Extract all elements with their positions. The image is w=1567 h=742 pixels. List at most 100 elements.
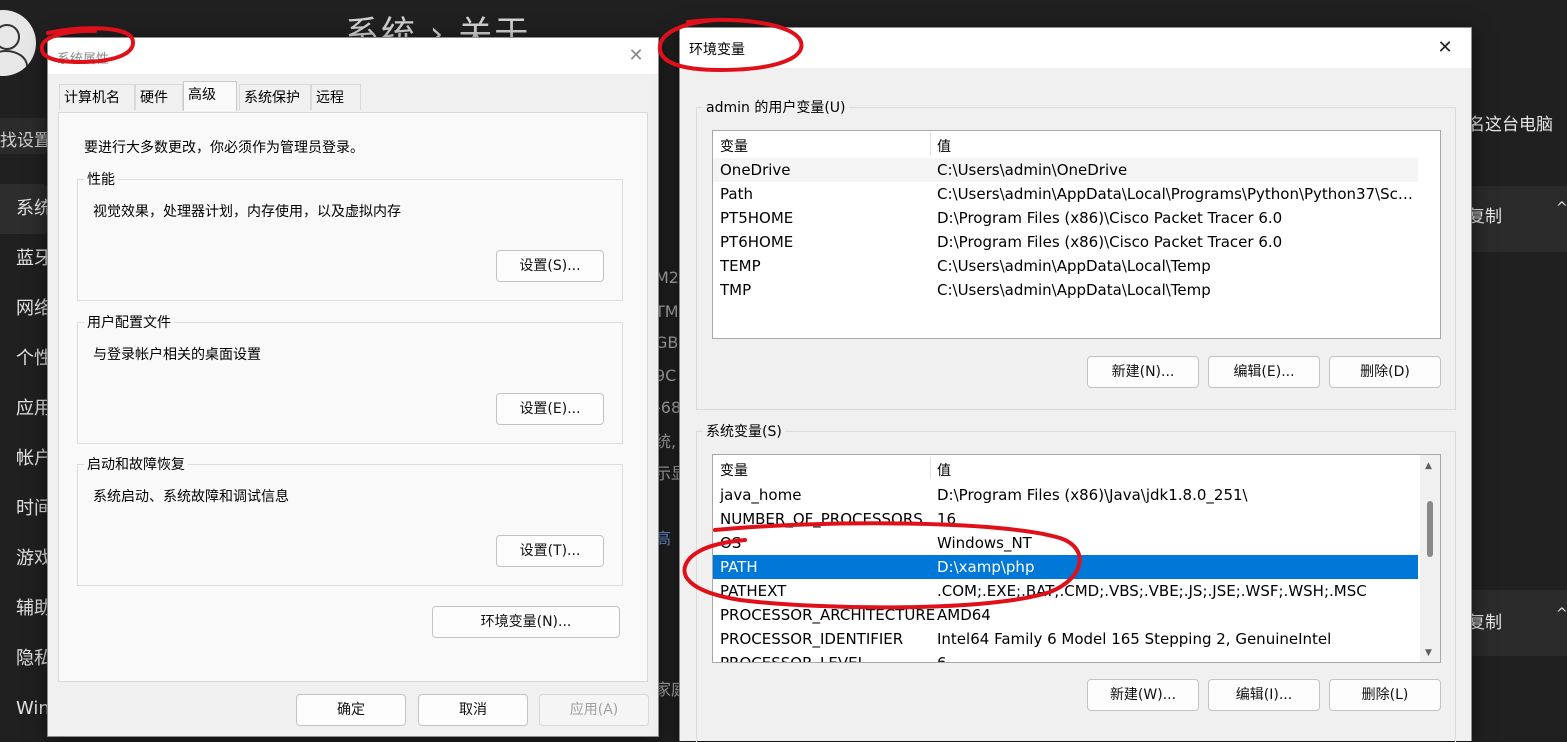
apply-button[interactable]: 应用(A) — [539, 694, 649, 726]
var-name: OS — [720, 534, 742, 552]
advanced-tab-panel: 要进行大多数更改，你必须作为管理员登录。 性能 视觉效果，处理器计划，内存使用，… — [58, 112, 648, 682]
var-value: C:\Users\admin\AppData\Local\Programs\Py… — [937, 185, 1414, 203]
table-row[interactable]: NUMBER_OF_PROCESSORS 16 — [713, 507, 1418, 531]
admin-notice: 要进行大多数更改，你必须作为管理员登录。 — [84, 140, 364, 156]
search-input[interactable]: 找设置 — [0, 118, 50, 154]
var-name: OneDrive — [720, 161, 791, 179]
var-value: D:\Program Files (x86)\Cisco Packet Trac… — [937, 233, 1283, 251]
titlebar: 环境变量 ✕ — [680, 28, 1471, 68]
user-profiles-group: 用户配置文件 与登录帐户相关的桌面设置 设置(E)... — [77, 312, 623, 444]
scrollbar-thumb[interactable] — [1427, 501, 1433, 557]
user-edit-button[interactable]: 编辑(E)... — [1208, 356, 1320, 388]
table-row[interactable]: PROCESSOR_LEVEL 6 — [713, 651, 1418, 663]
performance-group: 性能 视觉效果，处理器计划，内存使用，以及虚拟内存 设置(S)... — [77, 169, 623, 301]
var-value: D:\Program Files (x86)\Java\jdk1.8.0_251… — [937, 486, 1248, 504]
nav-item-accounts[interactable]: 帐户 — [0, 434, 48, 484]
vertical-scrollbar[interactable]: ▲ ▼ — [1420, 455, 1440, 662]
group-label: 系统变量(S) — [703, 421, 785, 441]
var-value: D:\Program Files (x86)\Cisco Packet Trac… — [937, 209, 1283, 227]
nav-item-accessibility[interactable]: 辅助 — [0, 584, 48, 634]
table-row[interactable]: PT6HOME D:\Program Files (x86)\Cisco Pac… — [713, 230, 1418, 254]
tab-strip: 计算机名 硬件 高级 系统保护 远程 — [56, 81, 648, 112]
scroll-down-arrow-icon[interactable]: ▼ — [1425, 648, 1432, 658]
var-name: TEMP — [720, 257, 761, 275]
table-row[interactable]: OS Windows_NT — [713, 531, 1418, 555]
table-row-selected[interactable]: PATH D:\xamp\php — [713, 555, 1418, 579]
table-row[interactable]: TMP C:\Users\admin\AppData\Local\Temp — [713, 278, 1418, 302]
user-profiles-settings-button[interactable]: 设置(E)... — [496, 393, 604, 425]
environment-variables-dialog: 环境变量 ✕ admin 的用户变量(U) 变量 值 OneDrive C:\U… — [679, 27, 1472, 742]
nav-item-privacy[interactable]: 隐私 — [0, 634, 48, 684]
system-edit-button[interactable]: 编辑(I)... — [1208, 679, 1320, 711]
chevron-up-icon[interactable]: ^ — [1556, 200, 1567, 216]
performance-settings-button[interactable]: 设置(S)... — [496, 250, 604, 282]
tab-hardware[interactable]: 硬件 — [135, 84, 183, 110]
column-header-name[interactable]: 变量 — [720, 460, 748, 480]
table-row[interactable]: PATHEXT .COM;.EXE;.BAT;.CMD;.VBS;.VBE;.J… — [713, 579, 1418, 603]
system-new-button[interactable]: 新建(W)... — [1087, 679, 1199, 711]
group-description: 与登录帐户相关的桌面设置 — [93, 347, 261, 363]
rename-pc-button[interactable]: 名这台电脑 — [1460, 100, 1567, 146]
var-name: java_home — [720, 486, 802, 504]
nav-item-apps[interactable]: 应用 — [0, 384, 48, 434]
table-row[interactable]: Path C:\Users\admin\AppData\Local\Progra… — [713, 182, 1418, 206]
nav-item-personalization[interactable]: 个性 — [0, 334, 48, 384]
var-value: Windows_NT — [937, 534, 1032, 552]
nav-item-windows-update[interactable]: Win — [0, 684, 48, 734]
scroll-up-arrow-icon[interactable]: ▲ — [1425, 461, 1432, 471]
table-row[interactable]: java_home D:\Program Files (x86)\Java\jd… — [713, 483, 1418, 507]
column-header-value[interactable]: 值 — [937, 460, 951, 480]
avatar[interactable] — [0, 10, 36, 76]
var-value: 6 — [937, 654, 947, 663]
dialog-title: 系统属性 — [57, 52, 110, 67]
ok-button[interactable]: 确定 — [296, 694, 406, 726]
close-icon[interactable]: ✕ — [1429, 34, 1461, 62]
user-delete-button[interactable]: 删除(D) — [1329, 356, 1441, 388]
table-row[interactable]: TEMP C:\Users\admin\AppData\Local\Temp — [713, 254, 1418, 278]
user-variables-list[interactable]: 变量 值 OneDrive C:\Users\admin\OneDrive Pa… — [712, 130, 1441, 339]
startup-recovery-settings-button[interactable]: 设置(T)... — [496, 535, 604, 567]
table-row[interactable]: OneDrive C:\Users\admin\OneDrive — [713, 158, 1418, 182]
environment-variables-button[interactable]: 环境变量(N)... — [432, 606, 620, 638]
column-header-name[interactable]: 变量 — [720, 136, 748, 156]
nav-item-gaming[interactable]: 游戏 — [0, 534, 48, 584]
list-header: 变量 值 — [713, 455, 1418, 481]
var-name: PT5HOME — [720, 209, 794, 227]
nav-item-bluetooth[interactable]: 蓝牙 — [0, 234, 48, 284]
var-value: Intel64 Family 6 Model 165 Stepping 2, G… — [937, 630, 1332, 648]
device-spec-card: 复制 ^ — [1460, 186, 1567, 252]
column-header-value[interactable]: 值 — [937, 136, 951, 156]
copy-button[interactable]: 复制 — [1468, 202, 1502, 227]
tab-system-protection[interactable]: 系统保护 — [239, 84, 311, 110]
var-value: C:\Users\admin\AppData\Local\Temp — [937, 257, 1211, 275]
group-label: 性能 — [84, 169, 118, 189]
nav-item-network[interactable]: 网络 — [0, 284, 48, 334]
var-value: D:\xamp\php — [937, 558, 1035, 576]
var-name: PT6HOME — [720, 233, 794, 251]
table-row[interactable]: PROCESSOR_ARCHITECTURE AMD64 — [713, 603, 1418, 627]
group-label: admin 的用户变量(U) — [703, 97, 849, 117]
chevron-up-icon-2[interactable]: ^ — [1556, 606, 1567, 622]
table-row[interactable]: PT5HOME D:\Program Files (x86)\Cisco Pac… — [713, 206, 1418, 230]
tab-advanced[interactable]: 高级 — [183, 81, 237, 111]
var-value: 16 — [937, 510, 957, 528]
var-name: PROCESSOR_LEVEL — [720, 654, 866, 663]
var-name: PROCESSOR_IDENTIFIER — [720, 630, 904, 648]
copy-button-2[interactable]: 复制 — [1468, 608, 1502, 633]
tab-remote[interactable]: 远程 — [311, 84, 361, 110]
group-label: 启动和故障恢复 — [84, 454, 188, 474]
system-properties-dialog: 系统属性 ✕ 计算机名 硬件 高级 系统保护 远程 要进行大多数更改，你必须作为… — [47, 37, 659, 737]
titlebar: 系统属性 ✕ — [48, 38, 658, 74]
var-value: .COM;.EXE;.BAT;.CMD;.VBS;.VBE;.JS;.JSE;.… — [937, 582, 1367, 600]
tab-computer-name[interactable]: 计算机名 — [59, 84, 135, 110]
system-delete-button[interactable]: 删除(L) — [1329, 679, 1441, 711]
nav-item-time[interactable]: 时间 — [0, 484, 48, 534]
system-variables-list[interactable]: 变量 值 java_home D:\Program Files (x86)\Ja… — [712, 454, 1441, 663]
table-row[interactable]: PROCESSOR_IDENTIFIER Intel64 Family 6 Mo… — [713, 627, 1418, 651]
system-variables-group: 系统变量(S) 变量 值 java_home D:\Program Files … — [696, 421, 1456, 742]
var-name: PATH — [720, 558, 758, 576]
nav-item-system[interactable]: 系统 — [0, 184, 48, 234]
cancel-button[interactable]: 取消 — [418, 694, 528, 726]
user-new-button[interactable]: 新建(N)... — [1087, 356, 1199, 388]
close-icon[interactable]: ✕ — [620, 42, 652, 70]
